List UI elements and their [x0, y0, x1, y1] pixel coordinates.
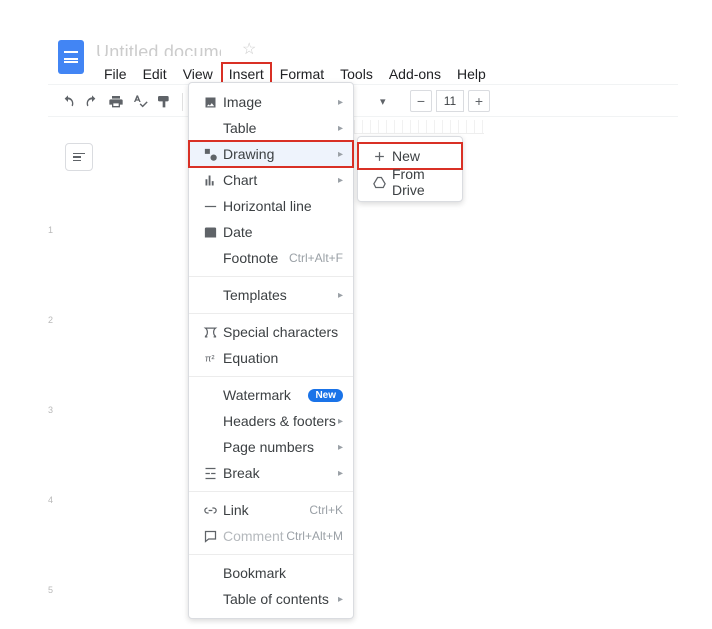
insert-break[interactable]: Break▸ — [189, 460, 353, 486]
menu-separator — [189, 554, 353, 555]
insert-special-characters[interactable]: Special characters — [189, 319, 353, 345]
insert-bookmark[interactable]: Bookmark — [189, 560, 353, 586]
insert-headers-footers[interactable]: Headers & footers▸ — [189, 408, 353, 434]
toolbar-separator — [182, 93, 183, 111]
menu-separator — [189, 313, 353, 314]
menu-separator — [189, 376, 353, 377]
font-size-decrease[interactable]: − — [410, 90, 432, 112]
font-size-stepper: − 11 + — [410, 90, 490, 112]
insert-page-numbers[interactable]: Page numbers▸ — [189, 434, 353, 460]
omega-icon — [199, 325, 221, 340]
menu-separator — [189, 276, 353, 277]
paint-format-icon[interactable] — [152, 90, 176, 114]
docs-app-icon[interactable] — [58, 40, 84, 74]
insert-comment: Comment Ctrl+Alt+M — [189, 523, 353, 549]
font-size-increase[interactable]: + — [468, 90, 490, 112]
ruler-tick: 2 — [48, 315, 53, 325]
document-title[interactable]: Untitled document — [96, 40, 221, 61]
print-icon[interactable] — [104, 90, 128, 114]
vertical-ruler[interactable]: 1 2 3 4 5 — [47, 135, 63, 629]
pi-icon: π² — [199, 351, 221, 366]
insert-table-of-contents[interactable]: Table of contents▸ — [189, 586, 353, 612]
star-icon[interactable]: ☆ — [242, 39, 256, 59]
toolbar — [56, 89, 189, 115]
horizontal-line-icon — [199, 199, 221, 214]
plus-icon — [368, 149, 390, 164]
drawing-icon — [199, 147, 221, 162]
insert-horizontal-line[interactable]: Horizontal line — [189, 193, 353, 219]
drawing-submenu: New From Drive — [357, 136, 463, 202]
font-size-value[interactable]: 11 — [436, 90, 464, 112]
drive-icon — [368, 175, 390, 190]
insert-watermark[interactable]: Watermark New — [189, 382, 353, 408]
menu-file[interactable]: File — [96, 62, 135, 86]
chart-icon — [199, 173, 221, 188]
calendar-icon — [199, 225, 221, 240]
insert-templates[interactable]: Templates▸ — [189, 282, 353, 308]
menu-separator — [189, 491, 353, 492]
comment-icon — [199, 529, 221, 544]
menu-edit[interactable]: Edit — [135, 62, 175, 86]
insert-equation[interactable]: π² Equation — [189, 345, 353, 371]
document-outline-button[interactable] — [65, 143, 93, 171]
ruler-tick: 1 — [48, 225, 53, 235]
ruler-tick: 3 — [48, 405, 53, 415]
insert-chart[interactable]: Chart▸ — [189, 167, 353, 193]
link-icon — [199, 503, 221, 518]
drawing-from-drive[interactable]: From Drive — [358, 169, 462, 195]
insert-footnote[interactable]: Footnote Ctrl+Alt+F — [189, 245, 353, 271]
svg-text:π²: π² — [204, 353, 214, 363]
horizontal-ruler[interactable] — [354, 120, 484, 134]
image-icon — [199, 95, 221, 110]
break-icon — [199, 466, 221, 481]
header-divider — [48, 84, 678, 85]
toolbar-divider — [48, 116, 678, 117]
menu-addons[interactable]: Add-ons — [381, 62, 449, 86]
insert-date[interactable]: Date — [189, 219, 353, 245]
spellcheck-icon[interactable] — [128, 90, 152, 114]
insert-table[interactable]: Table▸ — [189, 115, 353, 141]
undo-icon[interactable] — [56, 90, 80, 114]
new-badge: New — [308, 389, 343, 402]
insert-image[interactable]: Image▸ — [189, 89, 353, 115]
insert-drawing[interactable]: Drawing▸ — [189, 141, 353, 167]
redo-icon[interactable] — [80, 90, 104, 114]
menu-help[interactable]: Help — [449, 62, 494, 86]
ruler-tick: 4 — [48, 495, 53, 505]
ruler-tick: 5 — [48, 585, 53, 595]
insert-link[interactable]: Link Ctrl+K — [189, 497, 353, 523]
font-dropdown[interactable]: ▾ — [380, 90, 386, 112]
insert-menu: Image▸ Table▸ Drawing▸ Chart▸ Horizontal… — [188, 82, 354, 619]
